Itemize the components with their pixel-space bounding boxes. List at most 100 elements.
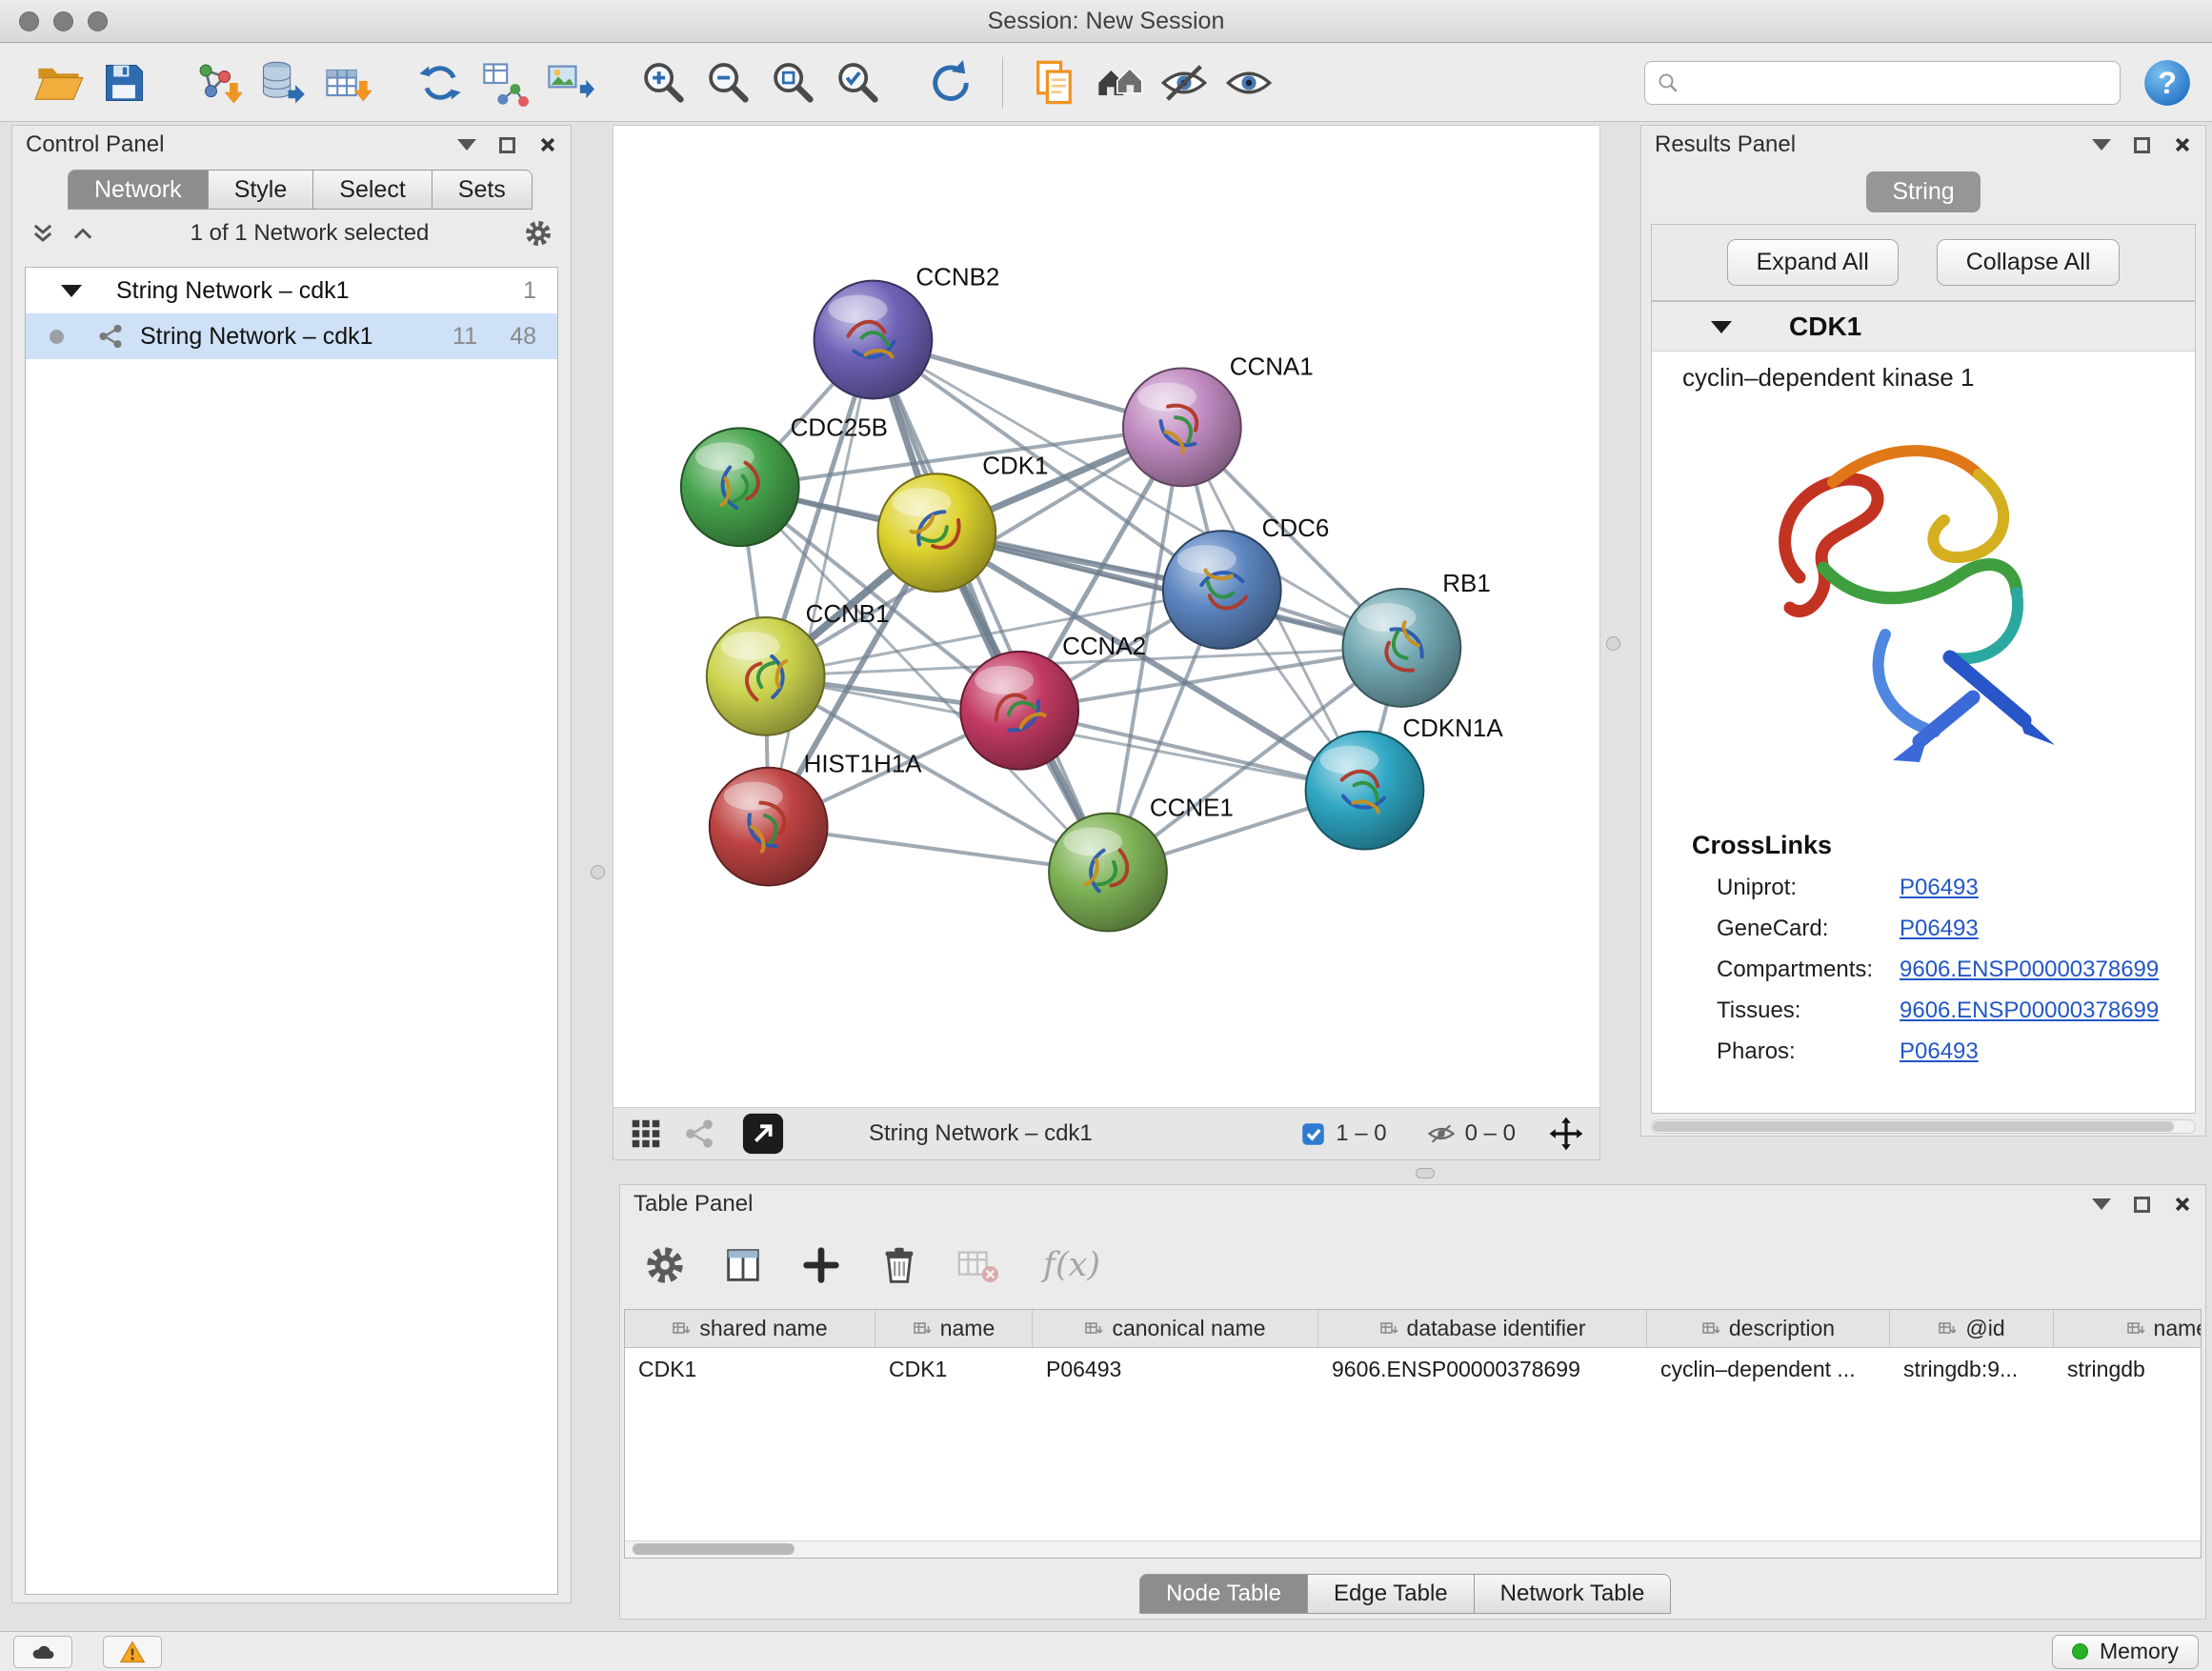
copy-style-button[interactable] [1022, 50, 1087, 115]
import-network-from-file-button[interactable] [185, 50, 250, 115]
tab-style[interactable]: Style [209, 170, 314, 210]
cloud-button[interactable] [13, 1636, 72, 1668]
maximize-panel-icon[interactable] [499, 137, 515, 153]
float-panel-icon[interactable] [457, 139, 476, 160]
delete-icon[interactable] [877, 1243, 921, 1287]
vertical-splitter-handle[interactable] [591, 865, 605, 879]
network-node-ccnb2[interactable]: CCNB2 [814, 265, 1000, 399]
move-crosshair-icon[interactable] [1548, 1116, 1584, 1152]
table-cell[interactable]: stringdb:9... [1890, 1357, 2054, 1382]
column-header-description[interactable]: description [1647, 1310, 1890, 1347]
table-cell[interactable]: CDK1 [625, 1357, 875, 1382]
crosslink-link[interactable]: P06493 [1900, 916, 1979, 942]
tab-string[interactable]: String [1866, 171, 1980, 212]
function-builder-button[interactable]: f(x) [1043, 1246, 1100, 1284]
maximize-window-button[interactable] [88, 11, 108, 31]
delete-table-icon[interactable] [955, 1243, 999, 1287]
gear-icon[interactable] [643, 1243, 687, 1287]
column-header-namespace[interactable]: namespace [2054, 1310, 2202, 1347]
new-network-from-selection-button[interactable] [408, 50, 473, 115]
add-icon[interactable] [799, 1243, 843, 1287]
expand-all-icon[interactable] [70, 220, 96, 247]
collapse-all-button[interactable]: Collapse All [1937, 239, 2121, 286]
float-panel-icon[interactable] [2092, 139, 2111, 160]
results-scrollbar[interactable] [1651, 1119, 2196, 1134]
network-edge[interactable] [873, 340, 1108, 873]
table-cell[interactable]: cyclin–dependent ... [1647, 1357, 1890, 1382]
close-panel-icon[interactable] [2173, 1195, 2192, 1214]
network-node-ccna1[interactable]: CCNA1 [1123, 353, 1314, 486]
horizontal-splitter-handle[interactable] [1416, 1168, 1435, 1178]
maximize-panel-icon[interactable] [2134, 1197, 2150, 1213]
network-node-hist1h1a[interactable]: HIST1H1A [710, 752, 922, 886]
crosslink-link[interactable]: P06493 [1900, 875, 1979, 901]
export-network-button[interactable] [473, 50, 537, 115]
network-node-cdkn1a[interactable]: CDKN1A [1306, 715, 1504, 850]
hidden-eye-slash-icon[interactable] [1427, 1119, 1456, 1148]
search-input[interactable] [1689, 70, 2108, 96]
table-cell[interactable]: CDK1 [875, 1357, 1033, 1382]
disclosure-triangle-icon[interactable] [61, 285, 82, 308]
maximize-panel-icon[interactable] [2134, 137, 2150, 153]
share-view-icon[interactable] [682, 1117, 716, 1151]
table-row[interactable]: CDK1CDK1P064939606.ENSP00000378699cyclin… [625, 1348, 2201, 1390]
tab-network-table[interactable]: Network Table [1475, 1574, 1672, 1614]
column-header-name[interactable]: name [875, 1310, 1033, 1347]
save-session-button[interactable] [91, 50, 156, 115]
zoom-selected-button[interactable] [825, 50, 890, 115]
first-neighbors-button[interactable] [1087, 50, 1152, 115]
network-canvas[interactable]: CCNB2CCNA1CDC25BCDK1CDC6RB1CCNB1CCNA2CDK… [613, 125, 1600, 1108]
open-session-button[interactable] [27, 50, 91, 115]
network-node-rb1[interactable]: RB1 [1343, 571, 1491, 707]
tab-network[interactable]: Network [68, 170, 209, 210]
import-network-from-database-button[interactable] [250, 50, 314, 115]
tab-sets[interactable]: Sets [432, 170, 533, 210]
column-header-canonical-name[interactable]: canonical name [1033, 1310, 1318, 1347]
network-node-cdc6[interactable]: CDC6 [1163, 515, 1329, 649]
column-header-database-identifier[interactable]: database identifier [1318, 1310, 1647, 1347]
crosslink-link[interactable]: 9606.ENSP00000378699 [1900, 997, 2159, 1024]
close-panel-icon[interactable] [2173, 135, 2192, 154]
export-image-button[interactable] [537, 50, 602, 115]
minimize-window-button[interactable] [53, 11, 73, 31]
crosslink-link[interactable]: 9606.ENSP00000378699 [1900, 956, 2159, 983]
zoom-in-button[interactable] [631, 50, 695, 115]
memory-button[interactable]: Memory [2052, 1635, 2199, 1669]
table-cell[interactable]: P06493 [1033, 1357, 1318, 1382]
zoom-out-button[interactable] [695, 50, 760, 115]
network-node-cdc25b[interactable]: CDC25B [681, 414, 888, 546]
columns-icon[interactable] [721, 1243, 765, 1287]
column-header-shared-name[interactable]: shared name [625, 1310, 875, 1347]
grid-view-icon[interactable] [629, 1117, 663, 1151]
warnings-button[interactable] [103, 1636, 162, 1668]
crosslink-link[interactable]: P06493 [1900, 1038, 1979, 1065]
selected-checkbox-icon[interactable] [1300, 1121, 1326, 1147]
network-row[interactable]: String Network – cdk1 11 48 [26, 313, 557, 359]
apply-layout-button[interactable] [918, 50, 983, 115]
search-box[interactable] [1644, 61, 2121, 105]
float-panel-icon[interactable] [2092, 1198, 2111, 1219]
show-all-button[interactable] [1217, 50, 1281, 115]
expand-all-button[interactable]: Expand All [1727, 239, 1899, 286]
column-header--id[interactable]: @id [1890, 1310, 2054, 1347]
hide-selected-button[interactable] [1152, 50, 1217, 115]
collapse-all-icon[interactable] [30, 220, 56, 247]
gear-icon[interactable] [523, 218, 553, 249]
close-panel-icon[interactable] [538, 135, 557, 154]
zoom-fit-button[interactable] [760, 50, 825, 115]
tab-edge-table[interactable]: Edge Table [1308, 1574, 1475, 1614]
tab-node-table[interactable]: Node Table [1139, 1574, 1308, 1614]
help-button[interactable]: ? [2142, 57, 2193, 109]
network-graph[interactable]: CCNB2CCNA1CDC25BCDK1CDC6RB1CCNB1CCNA2CDK… [613, 126, 1599, 1107]
export-view-button[interactable] [741, 1112, 785, 1156]
tab-select[interactable]: Select [313, 170, 432, 210]
disclosure-triangle-icon[interactable] [1711, 321, 1732, 344]
table-scrollbar[interactable] [625, 1540, 2201, 1558]
import-table-button[interactable] [314, 50, 379, 115]
entry-header[interactable]: CDK1 [1652, 302, 2195, 352]
network-collection-row[interactable]: String Network – cdk1 1 [26, 268, 557, 313]
close-window-button[interactable] [19, 11, 39, 31]
table-cell[interactable]: 9606.ENSP00000378699 [1318, 1357, 1647, 1382]
table-cell[interactable]: stringdb [2054, 1357, 2202, 1382]
vertical-splitter-handle[interactable] [1606, 636, 1620, 651]
